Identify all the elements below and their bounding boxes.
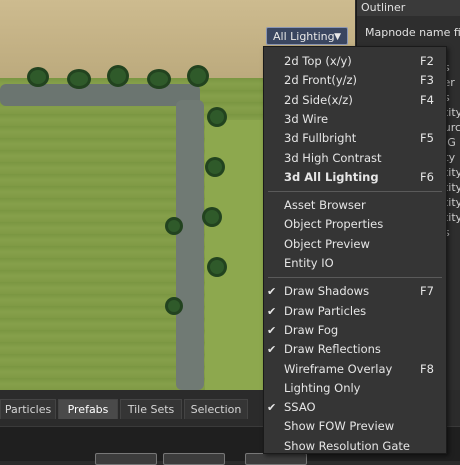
bush bbox=[205, 210, 219, 224]
menu-item-draw-particles[interactable]: ✔ Draw Particles bbox=[264, 302, 446, 321]
toolbar-button[interactable] bbox=[163, 453, 225, 465]
menu-item-label: 3d High Contrast bbox=[284, 150, 382, 165]
menu-item-label: Wireframe Overlay bbox=[284, 361, 393, 376]
menu-item-object-properties[interactable]: Object Properties bbox=[264, 215, 446, 234]
menu-item-2d-side-x-z[interactable]: 2d Side(x/z) F4 bbox=[264, 91, 446, 110]
menu-item-object-preview[interactable]: Object Preview bbox=[264, 235, 446, 254]
toolbar-button[interactable] bbox=[95, 453, 157, 465]
menu-item-entity-io[interactable]: Entity IO bbox=[264, 254, 446, 273]
menu-item-label: 2d Top (x/y) bbox=[284, 54, 352, 68]
menu-item-ssao[interactable]: ✔ SSAO bbox=[264, 398, 446, 417]
bush bbox=[30, 70, 46, 84]
checkmark-icon: ✔ bbox=[267, 401, 277, 415]
menu-item-label: 3d All Lighting bbox=[284, 169, 379, 184]
checkmark-icon: ✔ bbox=[267, 304, 277, 318]
bush bbox=[70, 72, 88, 86]
view-mode-menu: 2d Top (x/y) F2 2d Front(y/z) F3 2d Side(x/z… bbox=[263, 46, 447, 454]
menu-item-label: 3d Wire bbox=[284, 111, 329, 126]
bush bbox=[208, 160, 222, 174]
chevron-down-icon: ▼ bbox=[334, 32, 341, 42]
menu-item-label: 3d Fullbright bbox=[284, 131, 357, 146]
menu-item-label: Show Resolution Gate bbox=[284, 438, 410, 453]
tab-tile-sets[interactable]: Tile Sets bbox=[120, 399, 182, 419]
menu-item-show-fow-preview[interactable]: Show FOW Preview bbox=[264, 417, 446, 436]
menu-item-label: Object Properties bbox=[284, 217, 384, 232]
menu-item-label: Draw Shadows bbox=[284, 284, 370, 299]
menu-item-3d-all-lighting[interactable]: 3d All Lighting F6 bbox=[264, 168, 446, 187]
menu-item-label: Entity IO bbox=[284, 256, 334, 270]
outliner-title: Outliner bbox=[357, 0, 460, 16]
bush bbox=[168, 300, 180, 312]
menu-item-label: Lighting Only bbox=[284, 380, 361, 395]
menu-item-draw-fog[interactable]: ✔ Draw Fog bbox=[264, 321, 446, 340]
bush bbox=[110, 68, 126, 84]
menu-item-label: 2d Front(y/z) bbox=[284, 73, 358, 88]
checkmark-icon: ✔ bbox=[267, 285, 277, 299]
menu-item-shortcut: F5 bbox=[420, 131, 434, 146]
tab-particles[interactable]: Particles bbox=[0, 399, 56, 419]
menu-item-2d-front-y-z[interactable]: 2d Front(y/z) F3 bbox=[264, 71, 446, 90]
bush bbox=[190, 68, 206, 84]
menu-item-wireframe-overlay[interactable]: Wireframe Overlay F8 bbox=[264, 360, 446, 379]
menu-item-shortcut: F6 bbox=[420, 169, 434, 184]
menu-item-shortcut: F3 bbox=[420, 73, 434, 88]
menu-item-3d-high-contrast[interactable]: 3d High Contrast bbox=[264, 149, 446, 168]
menu-item-label: Object Preview bbox=[284, 236, 370, 251]
menu-item-label: Show FOW Preview bbox=[284, 419, 395, 434]
menu-separator bbox=[268, 191, 442, 193]
checkmark-icon: ✔ bbox=[267, 323, 277, 337]
bush bbox=[210, 110, 224, 124]
menu-item-asset-browser[interactable]: Asset Browser bbox=[264, 196, 446, 215]
menu-item-label: Draw Reflections bbox=[284, 342, 381, 357]
menu-item-shortcut: F8 bbox=[420, 361, 434, 376]
menu-item-shortcut: F4 bbox=[420, 92, 434, 107]
menu-item-draw-shadows[interactable]: ✔ Draw Shadows F7 bbox=[264, 282, 446, 301]
bush bbox=[150, 72, 168, 86]
checkmark-icon: ✔ bbox=[267, 343, 277, 357]
menu-item-3d-wire[interactable]: 3d Wire bbox=[264, 110, 446, 129]
menu-item-label: 2d Side(x/z) bbox=[284, 92, 353, 107]
bush bbox=[210, 260, 224, 274]
lighting-mode-dropdown[interactable]: All Lighting ▼ bbox=[266, 27, 348, 45]
tab-prefabs[interactable]: Prefabs bbox=[58, 399, 118, 419]
stone-path-horizontal bbox=[0, 84, 200, 106]
menu-item-3d-fullbright[interactable]: 3d Fullbright F5 bbox=[264, 129, 446, 148]
menu-item-draw-reflections[interactable]: ✔ Draw Reflections bbox=[264, 340, 446, 359]
tab-selection[interactable]: Selection bbox=[184, 399, 248, 419]
menu-item-lighting-only[interactable]: Lighting Only bbox=[264, 379, 446, 398]
menu-item-shortcut: F2 bbox=[420, 54, 434, 68]
stone-path-vertical bbox=[176, 100, 204, 390]
mapnode-filter-label[interactable]: Mapnode name filter bbox=[357, 26, 460, 39]
menu-item-label: Draw Fog bbox=[284, 322, 339, 337]
menu-separator bbox=[268, 277, 442, 279]
menu-item-show-resolution-gate[interactable]: Show Resolution Gate bbox=[264, 437, 446, 456]
menu-item-2d-top-x-y[interactable]: 2d Top (x/y) F2 bbox=[264, 52, 446, 71]
menu-item-label: Asset Browser bbox=[284, 198, 366, 213]
menu-item-shortcut: F7 bbox=[420, 284, 434, 299]
lighting-mode-label: All Lighting bbox=[273, 30, 335, 43]
menu-item-label: SSAO bbox=[284, 400, 316, 415]
bush bbox=[168, 220, 180, 232]
menu-item-label: Draw Particles bbox=[284, 303, 367, 318]
